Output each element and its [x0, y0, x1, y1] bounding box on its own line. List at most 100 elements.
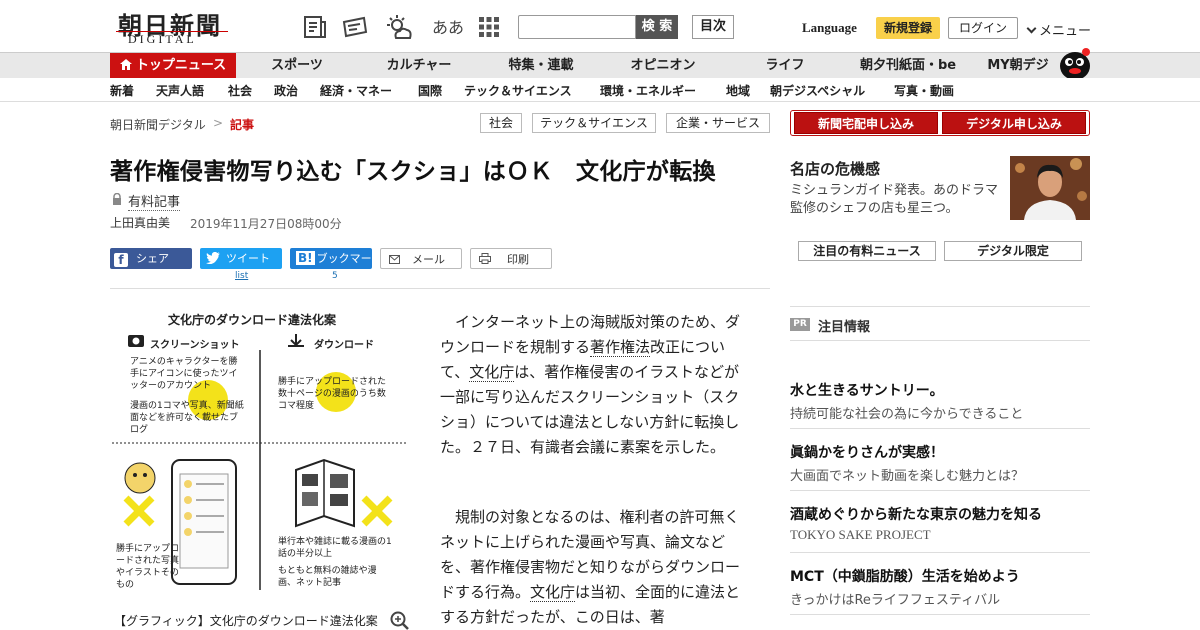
inline-link[interactable]: 著作権法 — [590, 338, 651, 357]
menu-label: メニュー — [1039, 24, 1092, 39]
zoom-icon[interactable] — [390, 611, 410, 630]
pr-item-sub: TOKYO SAKE PROJECT — [790, 527, 931, 542]
tweet-count[interactable]: list — [235, 271, 248, 281]
feature-subtitle: ミシュランガイド発表。あのドラマ監修のシェフの店も星三つ。 — [790, 183, 999, 216]
article-title: 著作権侵害物写り込む「スクショ」はＯＫ 文化庁が転換 — [110, 159, 716, 185]
language-link[interactable]: Language — [802, 20, 857, 36]
print-button[interactable]: 印刷 — [470, 248, 552, 269]
snav-tech[interactable]: テック＆サイエンス — [464, 82, 572, 99]
figure-col2-bottom2: もともと無料の雑誌や漫画、ネット記事 — [278, 566, 377, 588]
facebook-icon: f — [114, 253, 128, 267]
pr-item-title[interactable]: MCT（中鎖脂肪酸）生活を始めよう — [790, 566, 1020, 586]
article-author: 上田真由美 — [110, 216, 171, 230]
twitter-share-button[interactable]: ツイート — [200, 248, 282, 269]
figure-col1-text2: 漫画の1コマや写真、新聞紙面などを許可なく載せたブログ — [130, 401, 244, 435]
tag-society[interactable]: 社会 — [480, 113, 522, 133]
sidebar-divider — [790, 428, 1090, 429]
pr-section-title: 注目情報 — [818, 320, 871, 335]
sidebar-divider — [790, 306, 1090, 307]
pr-item-title[interactable]: 水と生きるサントリー。 — [790, 380, 944, 400]
snav-politics[interactable]: 政治 — [274, 82, 298, 99]
sidebar-divider — [790, 552, 1090, 553]
share-label: シェア — [136, 252, 169, 265]
gnav-label: トップニュース — [135, 58, 227, 73]
snav-environment[interactable]: 環境・エネルギー — [600, 82, 696, 99]
figure-col2-text1: 勝手にアップロードされた数十ページの漫画のうち数コマ程度 — [278, 377, 387, 411]
chef-photo[interactable] — [1010, 156, 1090, 220]
tweet-label: ツイート — [226, 252, 270, 265]
article-divider — [110, 288, 770, 289]
mascot-icon[interactable] — [1058, 44, 1092, 80]
print-icon — [479, 250, 491, 271]
sidebar-divider — [790, 490, 1090, 491]
chevron-down-icon — [1026, 23, 1037, 34]
sidebar-divider — [790, 340, 1090, 341]
gnav-opinion[interactable]: オピニオン — [618, 53, 708, 79]
login-button[interactable]: ログイン — [948, 17, 1018, 39]
pr-item-title[interactable]: 眞鍋かをりさんが実感！ — [790, 442, 944, 462]
toc-button[interactable]: 目次 — [692, 15, 734, 39]
snav-region[interactable]: 地域 — [726, 82, 750, 99]
mail-share-button[interactable]: メール — [380, 248, 462, 269]
snav-latest[interactable]: 新着 — [110, 82, 134, 99]
subscribe-digital-button[interactable]: デジタル申し込み — [942, 112, 1086, 134]
home-icon — [119, 54, 132, 80]
bookmark-count[interactable]: 5 — [332, 271, 338, 281]
gnav-my[interactable]: MY朝デジ — [982, 53, 1054, 79]
snav-society[interactable]: 社会 — [228, 82, 252, 99]
gnav-sports[interactable]: スポーツ — [254, 53, 340, 79]
snav-photo[interactable]: 写真・動画 — [894, 82, 954, 99]
menu-button[interactable]: メニュー — [1026, 20, 1092, 39]
article-date: 2019年11月27日08時00分 — [190, 217, 342, 231]
mail-icon — [389, 250, 400, 271]
weather-icon[interactable] — [386, 14, 412, 40]
hatena-icon: B! — [296, 251, 315, 265]
feature-title[interactable]: 名店の危機感 — [790, 158, 880, 179]
article-paragraph: インターネット上の海賊版対策のため、ダウンロードを規制する著作権法改正について、… — [440, 310, 746, 460]
gnav-life[interactable]: ライフ — [748, 53, 822, 79]
article-paragraph: 規制の対象となるのは、権利者の許可無くネットに上げられた漫画や写真、論文などを、… — [440, 505, 746, 630]
figure-col2-bottom1: 単行本や雑誌に載る漫画の1話の半分以上 — [278, 537, 392, 559]
pr-badge: PR — [790, 318, 810, 331]
inline-link[interactable]: 文化庁 — [530, 583, 576, 602]
figure-col2-head: ダウンロード — [314, 340, 374, 351]
pr-item-title[interactable]: 酒蔵めぐりから新たな東京の魅力を知る — [790, 504, 1042, 524]
subscribe-paper-button[interactable]: 新聞宅配申し込み — [794, 112, 938, 134]
gnav-culture[interactable]: カルチャー — [374, 53, 464, 79]
mail-label: メール — [412, 253, 445, 266]
gnav-top-news[interactable]: トップニュース — [110, 53, 236, 79]
facebook-share-button[interactable]: f シェア — [110, 248, 192, 269]
register-button[interactable]: 新規登録 — [876, 17, 940, 39]
breadcrumb-separator: > — [213, 116, 224, 130]
text-size-icon[interactable]: ああ — [432, 14, 464, 38]
snav-international[interactable]: 国際 — [418, 82, 442, 99]
ticket-icon[interactable] — [342, 14, 368, 40]
search-input[interactable] — [518, 15, 636, 39]
figure-caption: 【グラフィック】文化庁のダウンロード違法化案 — [114, 614, 378, 628]
grid-icon[interactable] — [478, 16, 500, 38]
newspaper-icon[interactable] — [302, 14, 328, 40]
hatena-bookmark-button[interactable]: B! ブックマーク — [290, 248, 372, 286]
search-button[interactable]: 検 索 — [636, 15, 678, 39]
twitter-icon — [206, 250, 220, 271]
site-logo-sub: DIGITAL — [128, 32, 197, 46]
print-label: 印刷 — [507, 253, 529, 266]
tab-paid-news[interactable]: 注目の有料ニュース — [798, 241, 936, 261]
gnav-features[interactable]: 特集・連載 — [496, 53, 586, 79]
figure-col1-head: スクリーンショット — [150, 340, 240, 351]
gnav-paper[interactable]: 朝夕刊紙面・be — [856, 53, 960, 79]
snav-economy[interactable]: 経済・マネー — [320, 82, 392, 99]
snav-tensei[interactable]: 天声人語 — [156, 82, 204, 99]
figure-col1-text1: アニメのキャラクターを勝手にアイコンに使ったツイッターのアカウント — [130, 357, 238, 391]
paid-article-label[interactable]: 有料記事 — [128, 191, 181, 211]
snav-special[interactable]: 朝デジスペシャル — [770, 82, 865, 99]
figure-col1-bottom: 勝手にアップロードされた写真やイラストそのもの — [116, 544, 180, 590]
tab-digital-only[interactable]: デジタル限定 — [944, 241, 1082, 261]
tag-tech[interactable]: テック＆サイエンス — [532, 113, 656, 133]
sub-nav: 新着 天声人語 社会 政治 経済・マネー 国際 テック＆サイエンス 環境・エネル… — [0, 78, 1200, 102]
tag-business[interactable]: 企業・サービス — [666, 113, 770, 133]
site-header: 朝日新聞 DIGITAL ああ 検 索 目次 Language 新規登録 ログイ… — [0, 0, 1200, 52]
breadcrumb-home[interactable]: 朝日新聞デジタル — [110, 116, 206, 133]
inline-link[interactable]: 文化庁 — [469, 363, 515, 382]
pr-item-sub: 大画面でネット動画を楽しむ魅力とは？ — [790, 469, 1025, 484]
